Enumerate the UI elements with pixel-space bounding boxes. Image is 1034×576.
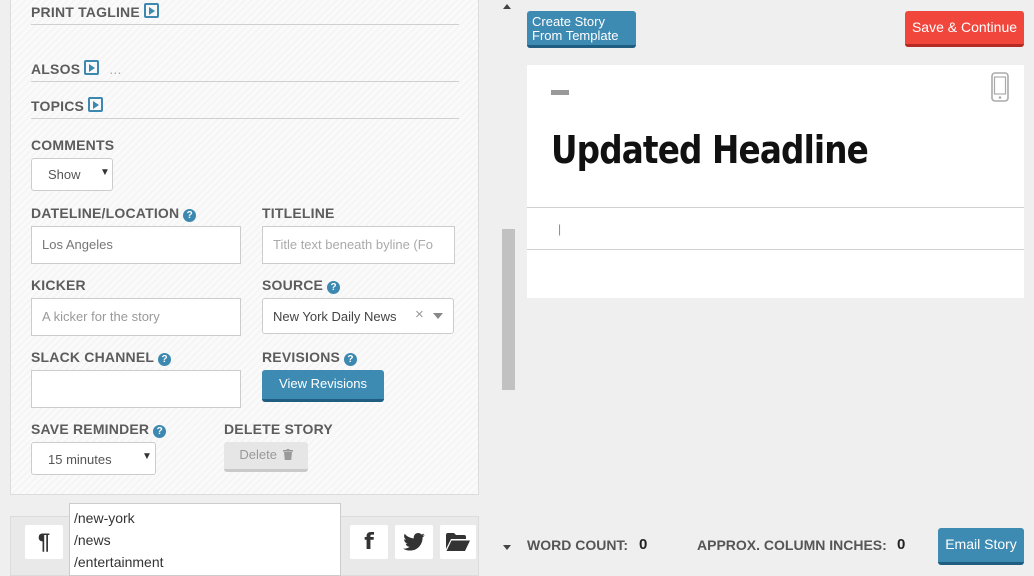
source-heading: SOURCE? [262,277,341,294]
topics-label: TOPICS [31,98,85,114]
delete-button-label: Delete [239,447,277,462]
expand-play-icon[interactable] [143,3,159,18]
help-icon[interactable]: ? [158,353,172,366]
print-tagline-label: PRINT TAGLINE [31,4,140,20]
alsos-ellipsis: ... [109,61,122,77]
dateline-heading: DATELINE/LOCATION? [31,205,197,222]
help-icon[interactable]: ? [153,425,167,438]
comments-select-value: Show [48,167,81,182]
save-reminder-label: SAVE REMINDER [31,421,150,437]
dropdown-item[interactable]: /news [70,529,340,551]
revisions-label: REVISIONS [262,349,341,365]
comments-select[interactable]: Show ▼ [31,158,113,191]
divider [31,118,459,119]
word-count-value: 0 [639,536,648,553]
expand-play-icon[interactable] [84,60,100,75]
divider [31,24,459,25]
save-reminder-heading: SAVE REMINDER? [31,421,167,438]
view-revisions-button[interactable]: View Revisions [262,370,384,402]
divider [527,249,1024,250]
word-count-label: WORD COUNT: [527,537,629,553]
revisions-heading: REVISIONS? [262,349,358,366]
facebook-button[interactable]: f [350,525,388,559]
mobile-phone-icon[interactable] [991,72,1009,102]
dropdown-item[interactable]: /new-york [70,507,340,529]
comments-label: COMMENTS [31,137,115,153]
dropdown-item[interactable]: /entertainment [70,551,340,573]
minimize-bar-icon[interactable] [551,90,569,95]
create-template-label-line1: Create Story [532,14,605,29]
alsos-label: ALSOS [31,61,81,77]
twitter-icon [403,533,425,551]
source-select-value: New York Daily News [273,309,397,324]
caret-down-icon: ▼ [142,451,152,462]
divider [527,207,1024,208]
expand-play-icon[interactable] [88,97,104,112]
slack-channel-input[interactable] [31,370,241,408]
column-inches-value: 0 [897,536,906,553]
folder-open-icon [446,533,470,551]
paragraph-icon: ¶ [37,529,51,554]
story-settings-panel: PRINT TAGLINE ALSOS ... TOPICS COMMENTS … [10,0,479,495]
source-label: SOURCE [262,277,324,293]
help-icon[interactable]: ? [183,209,197,222]
create-template-label-line2: From Template [532,28,619,43]
clear-x-icon[interactable]: × [415,306,424,323]
scroll-up-arrow-icon[interactable] [503,4,511,9]
delete-button[interactable]: Delete [224,442,308,472]
kicker-input[interactable]: A kicker for the story [31,298,241,336]
slack-heading: SLACK CHANNEL? [31,349,172,366]
help-icon[interactable]: ? [344,353,358,366]
story-headline[interactable]: Updated Headline [551,128,869,172]
divider [31,81,459,82]
paragraph-button[interactable]: ¶ [25,525,63,559]
save-continue-button[interactable]: Save & Continue [905,11,1024,47]
facebook-icon: f [364,529,374,555]
save-reminder-value: 15 minutes [48,452,112,467]
kicker-label: KICKER [31,277,86,293]
titleline-input[interactable]: Title text beneath byline (Fo [262,226,455,264]
titleline-label: TITLELINE [262,205,335,221]
scrollbar-thumb[interactable] [502,229,515,390]
help-icon[interactable]: ? [327,281,341,294]
section-autocomplete-dropdown: /new-york /news /entertainment [69,503,341,576]
column-inches-label: APPROX. COLUMN INCHES: [697,537,887,553]
create-from-template-button[interactable]: Create Story From Template [527,11,636,48]
open-folder-button[interactable] [440,525,476,559]
trash-icon [282,449,293,460]
topics-heading[interactable]: TOPICS [31,97,104,114]
caret-down-icon [433,313,443,319]
story-preview-card: Updated Headline | [527,65,1024,298]
save-reminder-select[interactable]: 15 minutes ▼ [31,442,156,475]
email-story-button[interactable]: Email Story [938,528,1024,565]
caret-down-icon: ▼ [100,167,110,178]
delete-story-label: DELETE STORY [224,421,333,437]
source-select[interactable]: New York Daily News × [262,298,454,334]
print-tagline-heading[interactable]: PRINT TAGLINE [31,3,159,20]
twitter-button[interactable] [395,525,433,559]
body-text-cursor[interactable]: | [558,222,561,236]
scroll-down-arrow-icon[interactable] [503,545,511,550]
alsos-heading[interactable]: ALSOS ... [31,60,122,77]
dateline-input[interactable]: Los Angeles [31,226,241,264]
dateline-label: DATELINE/LOCATION [31,205,180,221]
slack-label: SLACK CHANNEL [31,349,155,365]
